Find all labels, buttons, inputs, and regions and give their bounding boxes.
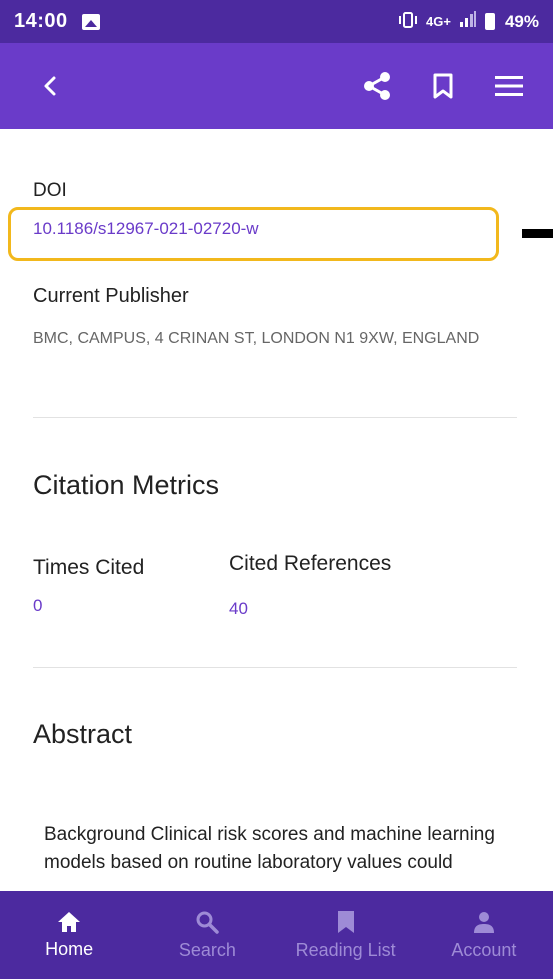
- app-actions: [355, 64, 531, 108]
- nav-home[interactable]: Home: [0, 891, 138, 979]
- bottom-nav: Home Search Reading List Account: [0, 891, 553, 979]
- share-button[interactable]: [355, 64, 399, 108]
- bookmark-icon: [433, 73, 453, 99]
- bookmark-icon: [337, 910, 354, 933]
- status-time: 14:00: [14, 10, 68, 32]
- doi-link[interactable]: 10.1186/s12967-021-02720-w: [33, 219, 259, 239]
- search-icon: [196, 911, 220, 934]
- nav-account-label: Account: [451, 939, 517, 960]
- cited-references-value[interactable]: 40: [229, 599, 248, 619]
- times-cited-label: Times Cited: [33, 556, 145, 579]
- citation-metrics-title: Citation Metrics: [33, 470, 220, 500]
- abstract-title: Abstract: [33, 719, 133, 749]
- divider: [33, 417, 517, 418]
- cited-references-label: Cited References: [229, 552, 392, 575]
- back-icon: [44, 76, 56, 96]
- publisher-address: BMC, CAMPUS, 4 CRINAN ST, LONDON N1 9XW,…: [33, 330, 480, 347]
- image-notification-icon: [81, 13, 100, 30]
- battery-icon: [484, 13, 495, 30]
- times-cited-value[interactable]: 0: [33, 596, 42, 616]
- nav-search-label: Search: [178, 939, 236, 960]
- publisher-label: Current Publisher: [33, 285, 189, 307]
- menu-button[interactable]: [487, 64, 531, 108]
- doi-label: DOI: [33, 180, 67, 201]
- divider: [33, 667, 517, 668]
- signal-icon: [459, 11, 477, 32]
- abstract-text: Background Clinical risk scores and mach…: [44, 824, 495, 873]
- vibrate-icon: [398, 11, 418, 32]
- battery-percent: 49%: [504, 11, 539, 31]
- bookmark-button[interactable]: [421, 64, 465, 108]
- share-icon: [364, 72, 390, 100]
- status-bar: 14:00 4G+ 49%: [0, 0, 553, 43]
- app-bar: [0, 43, 553, 129]
- pointer-marker: [522, 229, 553, 238]
- status-indicators: 4G+ 49%: [398, 11, 539, 32]
- nav-reading-list-label: Reading List: [295, 939, 396, 960]
- back-button[interactable]: [30, 66, 70, 106]
- nav-home-label: Home: [45, 938, 94, 959]
- menu-icon: [495, 76, 523, 96]
- nav-account[interactable]: Account: [415, 891, 553, 979]
- nav-search[interactable]: Search: [138, 891, 276, 979]
- account-icon: [473, 911, 494, 933]
- home-icon: [58, 911, 81, 932]
- nav-reading-list[interactable]: Reading List: [277, 891, 415, 979]
- network-type: 4G+: [426, 14, 451, 29]
